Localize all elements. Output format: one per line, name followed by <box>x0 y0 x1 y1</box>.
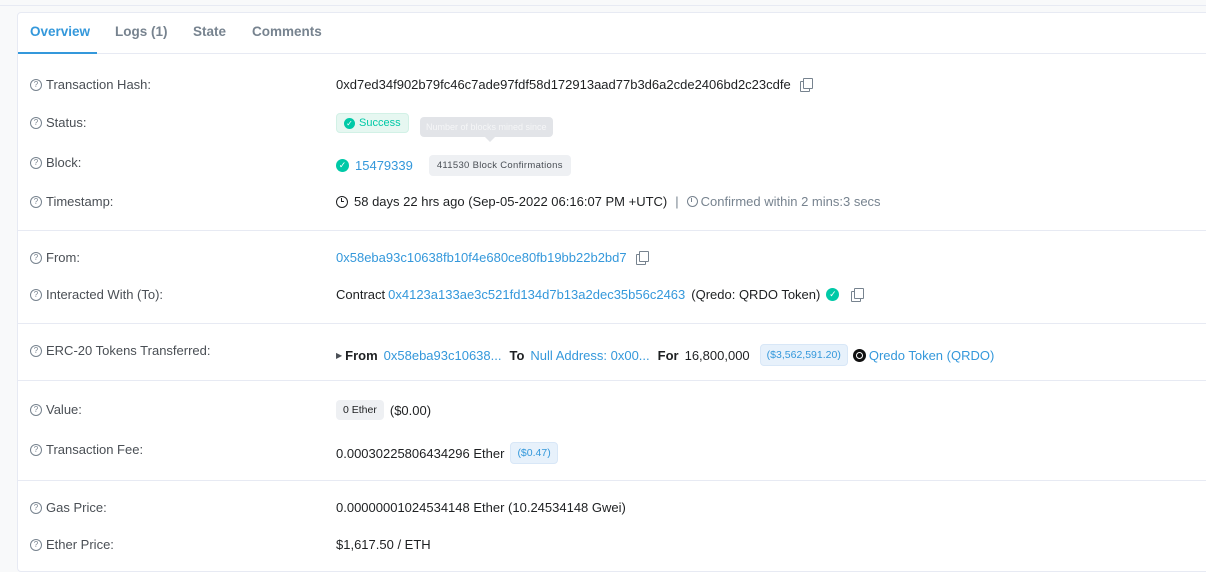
question-icon[interactable]: ? <box>30 288 42 301</box>
question-icon[interactable]: ? <box>30 344 42 357</box>
erc20-value: ▶ From 0x58eba93c10638... To Null Addres… <box>336 344 994 366</box>
tab-bar: Overview Logs (1) State Comments <box>18 13 1206 54</box>
tab-logs[interactable]: Logs (1) <box>115 24 168 39</box>
tab-comments[interactable]: Comments <box>252 24 322 39</box>
question-icon[interactable]: ? <box>30 538 42 551</box>
contract-prefix: Contract <box>336 287 386 302</box>
interacted-with-label: ? Interacted With (To): <box>30 287 163 302</box>
question-icon[interactable]: ? <box>30 443 42 456</box>
ether-price-value: $1,617.50 / ETH <box>336 537 431 552</box>
from-value: 0x58eba93c10638fb10f4e680ce80fb19bb22b2b… <box>336 250 649 265</box>
fee-usd-badge: ($0.47) <box>510 442 558 464</box>
from-label: ? From: <box>30 250 80 265</box>
erc20-amount: 16,800,000 <box>684 347 750 363</box>
block-value: ✓ 15479339 411530 Block Confirmations <box>336 155 571 176</box>
contract-name: (Qredo: QRDO Token) <box>691 287 821 302</box>
divider <box>18 230 1206 231</box>
timestamp-label: ? Timestamp: <box>30 194 113 209</box>
contract-address-link[interactable]: 0x4123a133ae3c521fd134d7b13a2dec35b56c24… <box>388 287 685 302</box>
confirmed-within-text: Confirmed within 2 mins:3 secs <box>700 194 881 209</box>
qredo-token-icon <box>852 348 866 362</box>
erc20-to-label: To <box>509 347 525 363</box>
timestamp-value: 58 days 22 hrs ago (Sep-05-2022 06:16:07… <box>336 194 881 209</box>
fee-text: 0.00030225806434296 Ether <box>336 445 505 461</box>
block-label: ? Block: <box>30 155 81 170</box>
separator: | <box>675 194 679 209</box>
clock-icon <box>336 195 348 208</box>
copy-icon[interactable] <box>851 288 865 302</box>
question-icon[interactable]: ? <box>30 403 42 416</box>
timestamp-text: 58 days 22 hrs ago (Sep-05-2022 06:16:07… <box>354 194 668 209</box>
transaction-hash-text: 0xd7ed34f902b79fc46c7ade97fdf58d172913aa… <box>336 77 791 92</box>
question-icon[interactable]: ? <box>30 116 42 129</box>
question-icon[interactable]: ? <box>30 156 42 169</box>
transaction-details-card: Overview Logs (1) State Comments ? Trans… <box>17 12 1206 572</box>
verified-check-icon: ✓ <box>826 288 840 301</box>
token-link[interactable]: Qredo Token (QRDO) <box>869 348 994 363</box>
divider <box>18 323 1206 324</box>
timer-icon <box>686 196 698 207</box>
erc20-for-label: For <box>657 347 679 363</box>
transaction-hash-label: ? Transaction Hash: <box>30 77 151 92</box>
erc20-from-link[interactable]: 0x58eba93c10638... <box>384 348 502 363</box>
tooltip: Number of blocks mined since <box>420 117 553 142</box>
status-badge: ✓ Success <box>336 113 409 133</box>
gas-price-value: 0.00000001024534148 Ether (10.24534148 G… <box>336 500 626 515</box>
question-icon[interactable]: ? <box>30 501 42 514</box>
tab-overview[interactable]: Overview <box>30 24 90 39</box>
tab-state[interactable]: State <box>193 24 226 39</box>
gas-price-label: ? Gas Price: <box>30 500 107 515</box>
question-icon[interactable]: ? <box>30 195 42 208</box>
question-icon[interactable]: ? <box>30 78 42 91</box>
transaction-hash-value: 0xd7ed34f902b79fc46c7ade97fdf58d172913aa… <box>336 77 813 92</box>
from-address-link[interactable]: 0x58eba93c10638fb10f4e680ce80fb19bb22b2b… <box>336 250 627 265</box>
divider <box>18 380 1206 381</box>
ether-amount-badge: 0 Ether <box>336 400 384 420</box>
top-strip <box>0 0 1206 6</box>
copy-icon[interactable] <box>799 78 813 92</box>
erc20-to-link[interactable]: Null Address: 0x00... <box>530 348 649 363</box>
value-usd: ($0.00) <box>389 402 432 418</box>
block-number-link[interactable]: 15479339 <box>355 158 413 173</box>
check-circle-icon: ✓ <box>336 159 349 172</box>
check-circle-icon: ✓ <box>344 117 355 129</box>
status-label: ? Status: <box>30 115 86 130</box>
question-icon[interactable]: ? <box>30 251 42 264</box>
caret-right-icon: ▶ <box>336 350 343 360</box>
value-label: ? Value: <box>30 402 82 417</box>
value-value: 0 Ether ($0.00) <box>336 400 431 420</box>
ether-price-label: ? Ether Price: <box>30 537 114 552</box>
transaction-fee-value: 0.00030225806434296 Ether ($0.47) <box>336 442 558 464</box>
active-tab-indicator <box>18 52 97 54</box>
status-value: ✓ Success <box>336 113 409 133</box>
transaction-fee-label: ? Transaction Fee: <box>30 442 143 457</box>
divider <box>18 480 1206 481</box>
interacted-with-value: Contract 0x4123a133ae3c521fd134d7b13a2de… <box>336 287 865 302</box>
block-confirmations-badge: 411530 Block Confirmations <box>428 155 571 176</box>
erc20-from-label: From <box>345 347 378 363</box>
erc20-usd-badge: ($3,562,591.20) <box>759 344 848 366</box>
copy-icon[interactable] <box>635 251 649 265</box>
erc20-label: ? ERC-20 Tokens Transferred: <box>30 343 211 358</box>
